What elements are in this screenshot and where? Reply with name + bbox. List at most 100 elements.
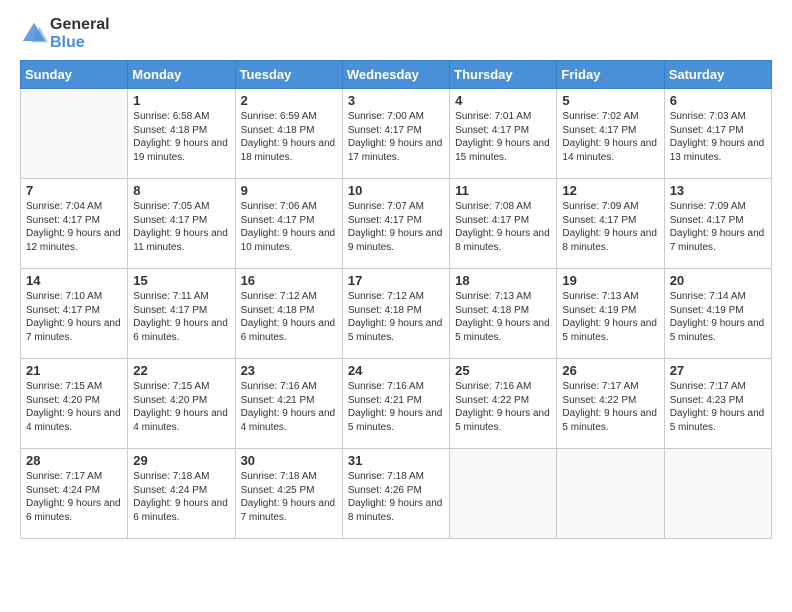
cell-details: Sunrise: 7:06 AM Sunset: 4:17 PM Dayligh… [241,200,337,254]
calendar-cell [557,449,664,539]
calendar-cell: 12Sunrise: 7:09 AM Sunset: 4:17 PM Dayli… [557,179,664,269]
day-number: 22 [133,363,229,378]
calendar-cell: 27 Sunrise: 7:17 AM Sunset: 4:23 PM Dayli… [664,359,771,449]
day-number: 27 [670,363,766,378]
header: General Blue [20,10,772,52]
cell-details: Sunrise: 7:04 AM Sunset: 4:17 PM Dayligh… [26,200,122,254]
cell-details: Sunrise: 7:15 AM Sunset: 4:20 PM Dayligh… [26,380,122,434]
calendar-cell: 6 Sunrise: 7:03 AM Sunset: 4:17 PM Daylig… [664,89,771,179]
calendar-table: SundayMondayTuesdayWednesdayThursdayFrid… [20,60,772,539]
cell-details: Sunrise: 7:10 AM Sunset: 4:17 PM Dayligh… [26,290,122,344]
day-number: 4 [455,93,551,108]
calendar-cell: 21 Sunrise: 7:15 AM Sunset: 4:20 PM Dayli… [21,359,128,449]
calendar-cell: 22 Sunrise: 7:15 AM Sunset: 4:20 PM Dayli… [128,359,235,449]
day-number: 11 [455,183,551,198]
day-number: 30 [241,453,337,468]
cell-details: Sunrise: 6:58 AM Sunset: 4:18 PM Dayligh… [133,110,229,164]
week-row-3: 14Sunrise: 7:10 AM Sunset: 4:17 PM Dayli… [21,269,772,359]
day-number: 20 [670,273,766,288]
day-number: 17 [348,273,444,288]
cell-details: Sunrise: 7:09 AM Sunset: 4:17 PM Dayligh… [670,200,766,254]
cell-details: Sunrise: 7:12 AM Sunset: 4:18 PM Dayligh… [241,290,337,344]
calendar-cell: 8 Sunrise: 7:05 AM Sunset: 4:17 PM Daylig… [128,179,235,269]
calendar-cell: 7 Sunrise: 7:04 AM Sunset: 4:17 PM Daylig… [21,179,128,269]
calendar-cell [450,449,557,539]
cell-details: Sunrise: 7:01 AM Sunset: 4:17 PM Dayligh… [455,110,551,164]
cell-details: Sunrise: 7:02 AM Sunset: 4:17 PM Dayligh… [562,110,658,164]
logo-text: General Blue [50,16,110,52]
day-number: 21 [26,363,122,378]
weekday-thursday: Thursday [450,61,557,89]
day-number: 13 [670,183,766,198]
day-number: 6 [670,93,766,108]
cell-details: Sunrise: 7:13 AM Sunset: 4:18 PM Dayligh… [455,290,551,344]
cell-details: Sunrise: 7:11 AM Sunset: 4:17 PM Dayligh… [133,290,229,344]
week-row-4: 21 Sunrise: 7:15 AM Sunset: 4:20 PM Dayli… [21,359,772,449]
cell-details: Sunrise: 7:08 AM Sunset: 4:17 PM Dayligh… [455,200,551,254]
weekday-saturday: Saturday [664,61,771,89]
calendar-cell: 24 Sunrise: 7:16 AM Sunset: 4:21 PM Dayli… [342,359,449,449]
day-number: 29 [133,453,229,468]
day-number: 1 [133,93,229,108]
calendar-cell: 14Sunrise: 7:10 AM Sunset: 4:17 PM Dayli… [21,269,128,359]
calendar-cell: 4 Sunrise: 7:01 AM Sunset: 4:17 PM Daylig… [450,89,557,179]
weekday-header-row: SundayMondayTuesdayWednesdayThursdayFrid… [21,61,772,89]
cell-details: Sunrise: 7:07 AM Sunset: 4:17 PM Dayligh… [348,200,444,254]
cell-details: Sunrise: 7:18 AM Sunset: 4:26 PM Dayligh… [348,470,444,524]
day-number: 25 [455,363,551,378]
cell-details: Sunrise: 7:13 AM Sunset: 4:19 PM Dayligh… [562,290,658,344]
day-number: 16 [241,273,337,288]
day-number: 7 [26,183,122,198]
weekday-sunday: Sunday [21,61,128,89]
cell-details: Sunrise: 7:14 AM Sunset: 4:19 PM Dayligh… [670,290,766,344]
day-number: 23 [241,363,337,378]
calendar-cell: 28Sunrise: 7:17 AM Sunset: 4:24 PM Dayli… [21,449,128,539]
day-number: 8 [133,183,229,198]
cell-details: Sunrise: 7:18 AM Sunset: 4:24 PM Dayligh… [133,470,229,524]
calendar-cell: 26 Sunrise: 7:17 AM Sunset: 4:22 PM Dayli… [557,359,664,449]
calendar-cell: 13 Sunrise: 7:09 AM Sunset: 4:17 PM Dayli… [664,179,771,269]
cell-details: Sunrise: 7:05 AM Sunset: 4:17 PM Dayligh… [133,200,229,254]
calendar-cell: 1 Sunrise: 6:58 AM Sunset: 4:18 PM Daylig… [128,89,235,179]
day-number: 19 [562,273,658,288]
cell-details: Sunrise: 7:17 AM Sunset: 4:23 PM Dayligh… [670,380,766,434]
calendar-cell: 2Sunrise: 6:59 AM Sunset: 4:18 PM Daylig… [235,89,342,179]
cell-details: Sunrise: 7:16 AM Sunset: 4:22 PM Dayligh… [455,380,551,434]
calendar-cell: 19 Sunrise: 7:13 AM Sunset: 4:19 PM Dayli… [557,269,664,359]
day-number: 18 [455,273,551,288]
weekday-wednesday: Wednesday [342,61,449,89]
calendar-cell: 3Sunrise: 7:00 AM Sunset: 4:17 PM Daylig… [342,89,449,179]
day-number: 2 [241,93,337,108]
calendar-cell [664,449,771,539]
calendar-cell: 11 Sunrise: 7:08 AM Sunset: 4:17 PM Dayli… [450,179,557,269]
day-number: 26 [562,363,658,378]
day-number: 28 [26,453,122,468]
calendar-cell: 31Sunrise: 7:18 AM Sunset: 4:26 PM Dayli… [342,449,449,539]
calendar-cell: 18 Sunrise: 7:13 AM Sunset: 4:18 PM Dayli… [450,269,557,359]
cell-details: Sunrise: 7:18 AM Sunset: 4:25 PM Dayligh… [241,470,337,524]
cell-details: Sunrise: 7:12 AM Sunset: 4:18 PM Dayligh… [348,290,444,344]
calendar-cell: 17 Sunrise: 7:12 AM Sunset: 4:18 PM Dayli… [342,269,449,359]
cell-details: Sunrise: 7:17 AM Sunset: 4:22 PM Dayligh… [562,380,658,434]
logo-icon [20,20,48,48]
cell-details: Sunrise: 7:15 AM Sunset: 4:20 PM Dayligh… [133,380,229,434]
cell-details: Sunrise: 7:16 AM Sunset: 4:21 PM Dayligh… [241,380,337,434]
day-number: 24 [348,363,444,378]
calendar-cell: 29 Sunrise: 7:18 AM Sunset: 4:24 PM Dayli… [128,449,235,539]
calendar-cell [21,89,128,179]
day-number: 9 [241,183,337,198]
week-row-5: 28Sunrise: 7:17 AM Sunset: 4:24 PM Dayli… [21,449,772,539]
logo: General Blue [20,16,110,52]
week-row-1: 1 Sunrise: 6:58 AM Sunset: 4:18 PM Daylig… [21,89,772,179]
weekday-friday: Friday [557,61,664,89]
calendar-cell: 15 Sunrise: 7:11 AM Sunset: 4:17 PM Dayli… [128,269,235,359]
weekday-tuesday: Tuesday [235,61,342,89]
day-number: 10 [348,183,444,198]
day-number: 5 [562,93,658,108]
calendar-cell: 20 Sunrise: 7:14 AM Sunset: 4:19 PM Dayli… [664,269,771,359]
page: General Blue SundayMondayTuesdayWednesda… [0,0,792,612]
calendar-cell: 30 Sunrise: 7:18 AM Sunset: 4:25 PM Dayli… [235,449,342,539]
cell-details: Sunrise: 7:03 AM Sunset: 4:17 PM Dayligh… [670,110,766,164]
cell-details: Sunrise: 7:16 AM Sunset: 4:21 PM Dayligh… [348,380,444,434]
day-number: 15 [133,273,229,288]
